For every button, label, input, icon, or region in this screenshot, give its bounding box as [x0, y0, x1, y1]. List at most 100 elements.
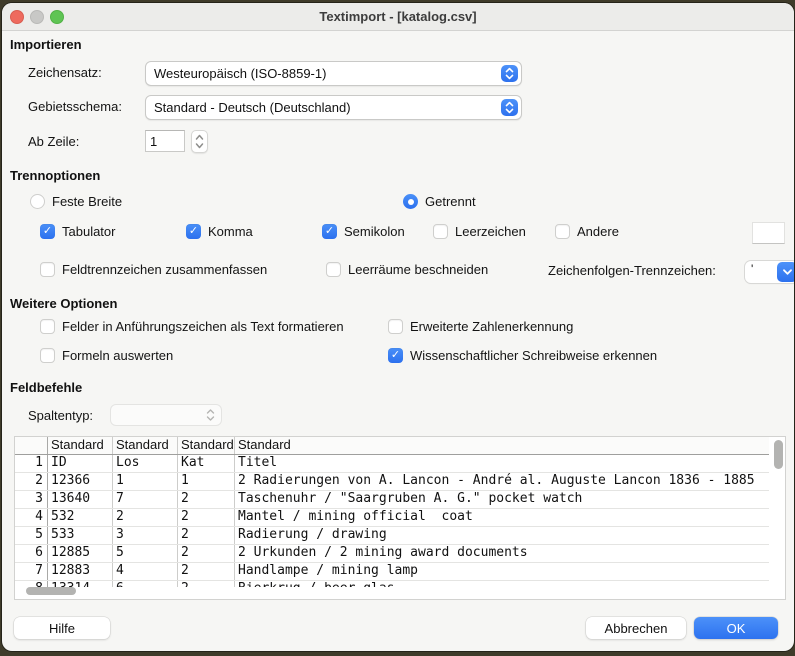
section-weitere-optionen-title: Weitere Optionen: [10, 296, 117, 311]
separated-radio[interactable]: Getrennt: [403, 194, 476, 209]
table-cell: Mantel / mining official coat: [235, 509, 769, 526]
row-number-cell: 5: [15, 527, 48, 544]
charset-value: Westeuropäisch (ISO-8859-1): [146, 66, 501, 81]
table-cell: 2: [178, 563, 235, 580]
comma-checkbox[interactable]: Komma: [186, 224, 253, 239]
fixed-width-radio[interactable]: Feste Breite: [30, 194, 122, 209]
quoted-as-text-label: Felder in Anführungszeichen als Text for…: [62, 319, 344, 334]
row-number-cell: 4: [15, 509, 48, 526]
row-number-cell: 2: [15, 473, 48, 490]
table-cell: 1: [113, 473, 178, 490]
table-row: 453222Mantel / mining official coat: [15, 509, 769, 527]
updown-chevrons-icon: [501, 65, 518, 82]
preview-table: Standard Standard Standard Standard 1IDL…: [14, 436, 786, 600]
table-cell: 533: [48, 527, 113, 544]
table-cell: Titel: [235, 455, 769, 472]
checkbox-icon: [322, 224, 337, 239]
section-feldbefehle-title: Feldbefehle: [10, 380, 82, 395]
column-header[interactable]: Standard: [113, 437, 178, 454]
table-row: 81331462Bierkrug / beer glas: [15, 581, 769, 587]
window-title: Textimport - [katalog.csv]: [2, 9, 794, 24]
table-cell: 5: [113, 545, 178, 562]
other-delimiter-input[interactable]: [752, 222, 785, 244]
checkbox-icon: [40, 262, 55, 277]
tab-checkbox[interactable]: Tabulator: [40, 224, 115, 239]
from-row-stepper[interactable]: [191, 130, 208, 153]
locale-label: Gebietsschema:: [28, 99, 122, 114]
checkbox-icon: [388, 348, 403, 363]
detect-numbers-label: Erweiterte Zahlenerkennung: [410, 319, 573, 334]
table-cell: 7: [113, 491, 178, 508]
detect-scientific-checkbox[interactable]: Wissenschaftlicher Schreibweise erkennen: [388, 348, 657, 363]
table-cell: ID: [48, 455, 113, 472]
corner-header-cell: [15, 437, 48, 454]
radio-icon: [403, 194, 418, 209]
updown-chevrons-icon: [206, 408, 221, 422]
semicolon-checkbox[interactable]: Semikolon: [322, 224, 405, 239]
locale-value: Standard - Deutsch (Deutschland): [146, 100, 501, 115]
table-cell: 12366: [48, 473, 113, 490]
preview-table-header: Standard Standard Standard Standard: [15, 437, 769, 455]
locale-select[interactable]: Standard - Deutsch (Deutschland): [145, 95, 522, 120]
evaluate-formulas-checkbox[interactable]: Formeln auswerten: [40, 348, 173, 363]
trim-spaces-checkbox[interactable]: Leerräume beschneiden: [326, 262, 488, 277]
section-trennoptionen-title: Trennoptionen: [10, 168, 100, 183]
ok-button[interactable]: OK: [694, 617, 778, 639]
column-header[interactable]: Standard: [48, 437, 113, 454]
space-label: Leerzeichen: [455, 224, 526, 239]
table-cell: Los: [113, 455, 178, 472]
table-cell: 6: [113, 581, 178, 587]
help-button[interactable]: Hilfe: [14, 617, 110, 639]
row-number-cell: 6: [15, 545, 48, 562]
table-cell: 2: [178, 545, 235, 562]
horizontal-scrollbar-thumb[interactable]: [26, 587, 76, 595]
other-label: Andere: [577, 224, 619, 239]
string-delimiter-combo[interactable]: ': [745, 261, 794, 283]
radio-icon: [30, 194, 45, 209]
column-type-select: [110, 404, 222, 426]
comma-label: Komma: [208, 224, 253, 239]
merge-delimiters-checkbox[interactable]: Feldtrennzeichen zusammenfassen: [40, 262, 267, 277]
checkbox-icon: [40, 319, 55, 334]
preview-table-body: 1IDLosKatTitel212366112 Radierungen von …: [15, 455, 769, 587]
chevron-down-icon: [777, 262, 794, 282]
vertical-scrollbar-thumb[interactable]: [774, 440, 783, 469]
cancel-button[interactable]: Abbrechen: [586, 617, 686, 639]
other-checkbox[interactable]: Andere: [555, 224, 619, 239]
tab-label: Tabulator: [62, 224, 115, 239]
row-number-cell: 3: [15, 491, 48, 508]
column-header[interactable]: Standard: [178, 437, 235, 454]
checkbox-icon: [40, 348, 55, 363]
semicolon-label: Semikolon: [344, 224, 405, 239]
table-cell: Taschenuhr / "Saargruben A. G." pocket w…: [235, 491, 769, 508]
table-row: 212366112 Radierungen von A. Lancon - An…: [15, 473, 769, 491]
table-cell: 2: [178, 509, 235, 526]
table-cell: 3: [113, 527, 178, 544]
separated-label: Getrennt: [425, 194, 476, 209]
column-type-label: Spaltentyp:: [28, 408, 93, 423]
updown-chevrons-icon: [501, 99, 518, 116]
checkbox-icon: [388, 319, 403, 334]
fixed-width-label: Feste Breite: [52, 194, 122, 209]
trim-spaces-label: Leerräume beschneiden: [348, 262, 488, 277]
preview-table-viewport: Standard Standard Standard Standard 1IDL…: [15, 437, 769, 587]
table-cell: 12885: [48, 545, 113, 562]
table-cell: 2 Urkunden / 2 mining award documents: [235, 545, 769, 562]
section-importieren-title: Importieren: [10, 37, 82, 52]
from-row-input[interactable]: [145, 130, 185, 152]
row-number-cell: 7: [15, 563, 48, 580]
table-row: 1IDLosKatTitel: [15, 455, 769, 473]
table-cell: Handlampe / mining lamp: [235, 563, 769, 580]
charset-select[interactable]: Westeuropäisch (ISO-8859-1): [145, 61, 522, 86]
table-row: 553332Radierung / drawing: [15, 527, 769, 545]
column-header[interactable]: Standard: [235, 437, 769, 454]
detect-numbers-checkbox[interactable]: Erweiterte Zahlenerkennung: [388, 319, 573, 334]
space-checkbox[interactable]: Leerzeichen: [433, 224, 526, 239]
quoted-as-text-checkbox[interactable]: Felder in Anführungszeichen als Text for…: [40, 319, 344, 334]
table-row: 612885522 Urkunden / 2 mining award docu…: [15, 545, 769, 563]
table-cell: 2: [178, 527, 235, 544]
table-cell: 13640: [48, 491, 113, 508]
row-number-cell: 1: [15, 455, 48, 472]
table-row: 71288342Handlampe / mining lamp: [15, 563, 769, 581]
textimport-dialog: Textimport - [katalog.csv] Importieren Z…: [2, 3, 794, 651]
